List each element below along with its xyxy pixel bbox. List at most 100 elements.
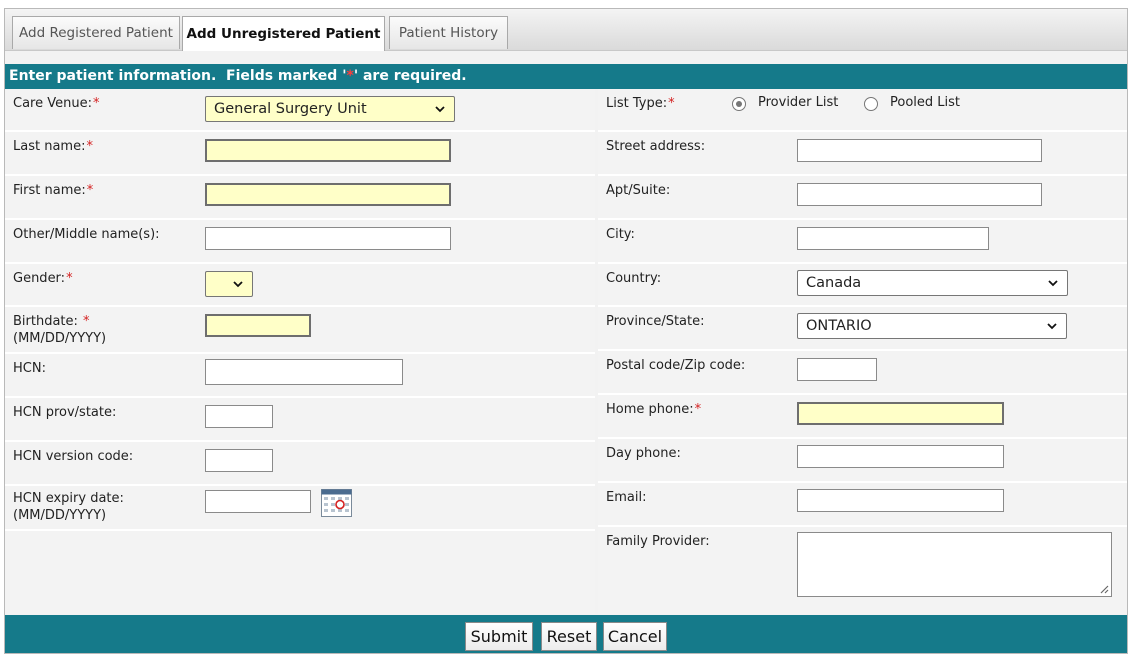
- tab-add-registered-patient[interactable]: Add Registered Patient: [12, 16, 180, 49]
- cancel-button[interactable]: Cancel: [603, 622, 667, 651]
- last-name-input[interactable]: [205, 139, 451, 162]
- province-label: Province/State:: [606, 314, 705, 329]
- first-name-label: First name:*: [13, 182, 93, 199]
- required-star: *: [86, 139, 93, 154]
- last-name-row: Last name:*: [5, 132, 595, 176]
- city-input[interactable]: [797, 227, 989, 250]
- care-venue-select[interactable]: General Surgery Unit: [205, 96, 455, 122]
- first-name-row: First name:*: [5, 176, 595, 220]
- province-select[interactable]: ONTARIO: [797, 313, 1067, 339]
- family-provider-textarea[interactable]: [797, 532, 1112, 597]
- province-value: ONTARIO: [806, 318, 872, 334]
- email-row: Email:: [598, 483, 1127, 527]
- hcn-expiry-input[interactable]: [205, 490, 311, 513]
- chevron-down-icon: [435, 106, 445, 113]
- city-row: City:: [598, 220, 1127, 264]
- right-column: List Type:* Provider List Pooled List St…: [598, 89, 1127, 614]
- street-label: Street address:: [606, 139, 706, 154]
- birthdate-row: Birthdate: * (MM/DD/YYYY): [5, 307, 595, 354]
- list-type-label-text: List Type:: [606, 96, 668, 111]
- required-star: *: [92, 96, 100, 111]
- street-input[interactable]: [797, 139, 1042, 162]
- hcn-expiry-format-hint: (MM/DD/YYYY): [13, 508, 107, 523]
- other-name-row: Other/Middle name(s):: [5, 220, 595, 264]
- postal-label: Postal code/Zip code:: [606, 358, 746, 373]
- submit-button[interactable]: Submit: [465, 622, 533, 651]
- chevron-down-icon: [1047, 323, 1057, 330]
- reset-button[interactable]: Reset: [541, 622, 597, 651]
- required-star: *: [668, 96, 675, 111]
- hcn-prov-row: HCN prov/state:: [5, 398, 595, 442]
- first-name-input[interactable]: [205, 183, 451, 206]
- last-name-label-text: Last name:: [13, 139, 86, 154]
- country-value: Canada: [806, 275, 862, 291]
- patient-form-window: Add Registered Patient Add Unregistered …: [4, 8, 1128, 654]
- list-type-row: List Type:* Provider List Pooled List: [598, 89, 1127, 132]
- calendar-icon[interactable]: [321, 489, 352, 517]
- hcn-version-label: HCN version code:: [13, 449, 134, 464]
- birthdate-label: Birthdate: * (MM/DD/YYYY): [13, 313, 106, 347]
- tab-add-unregistered-patient[interactable]: Add Unregistered Patient: [182, 16, 385, 51]
- pooled-list-radio[interactable]: [864, 97, 878, 111]
- apt-input[interactable]: [797, 183, 1042, 206]
- hcn-input[interactable]: [205, 359, 403, 385]
- apt-row: Apt/Suite:: [598, 176, 1127, 220]
- required-star: *: [83, 314, 90, 329]
- form-instructions-header: Enter patient information. Fields marked…: [5, 64, 1127, 89]
- street-row: Street address:: [598, 132, 1127, 176]
- home-phone-label: Home phone:*: [606, 401, 701, 418]
- hcn-label: HCN:: [13, 361, 46, 376]
- email-input[interactable]: [797, 489, 1004, 512]
- home-phone-label-text: Home phone:: [606, 402, 694, 417]
- hcn-row: HCN:: [5, 354, 595, 398]
- care-venue-row: Care Venue:* General Surgery Unit: [5, 89, 595, 132]
- hcn-expiry-row: HCN expiry date: (MM/DD/YYYY): [5, 486, 595, 531]
- city-label: City:: [606, 227, 635, 242]
- gender-label-text: Gender:: [13, 271, 66, 286]
- day-phone-input[interactable]: [797, 445, 1004, 468]
- care-venue-label-text: Care Venue:: [13, 96, 92, 111]
- hcn-prov-input[interactable]: [205, 405, 273, 428]
- gender-select[interactable]: [205, 271, 253, 297]
- country-select[interactable]: Canada: [797, 270, 1068, 296]
- home-phone-input[interactable]: [797, 402, 1004, 425]
- family-provider-label: Family Provider:: [606, 534, 710, 549]
- other-name-input[interactable]: [205, 227, 451, 250]
- provider-list-radio[interactable]: [732, 97, 746, 111]
- other-name-label: Other/Middle name(s):: [13, 227, 160, 242]
- last-name-label: Last name:*: [13, 138, 93, 155]
- care-venue-value: General Surgery Unit: [214, 101, 367, 117]
- email-label: Email:: [606, 490, 647, 505]
- home-phone-row: Home phone:*: [598, 395, 1127, 439]
- hcn-version-input[interactable]: [205, 449, 273, 472]
- form-action-bar: Submit Reset Cancel: [5, 615, 1127, 653]
- hcn-expiry-label-text: HCN expiry date:: [13, 491, 124, 506]
- country-row: Country: Canada: [598, 264, 1127, 307]
- chevron-down-icon: [1048, 280, 1058, 287]
- hcn-prov-label: HCN prov/state:: [13, 405, 117, 420]
- tab-bar: Add Registered Patient Add Unregistered …: [5, 9, 1127, 51]
- day-phone-label: Day phone:: [606, 446, 681, 461]
- birthdate-label-text: Birthdate:: [13, 314, 83, 329]
- provider-list-label: Provider List: [758, 95, 839, 110]
- gender-label: Gender:*: [13, 270, 73, 287]
- hcn-expiry-label: HCN expiry date: (MM/DD/YYYY): [13, 490, 124, 524]
- hcn-version-row: HCN version code:: [5, 442, 595, 486]
- postal-input[interactable]: [797, 358, 877, 381]
- list-type-label: List Type:*: [606, 95, 675, 112]
- required-star: *: [694, 402, 702, 417]
- apt-label: Apt/Suite:: [606, 183, 671, 198]
- day-phone-row: Day phone:: [598, 439, 1127, 483]
- gender-row: Gender:*: [5, 264, 595, 307]
- first-name-label-text: First name:: [13, 183, 86, 198]
- header-required-star: *: [346, 68, 354, 84]
- birthdate-input[interactable]: [205, 314, 311, 337]
- country-label: Country:: [606, 271, 662, 286]
- resize-grip-icon[interactable]: [1099, 584, 1109, 594]
- pooled-list-label: Pooled List: [890, 95, 961, 110]
- required-star: *: [66, 271, 73, 286]
- required-star: *: [86, 183, 94, 198]
- tab-patient-history[interactable]: Patient History: [389, 16, 508, 49]
- header-text-pre: Enter patient information. Fields marked…: [9, 68, 347, 84]
- province-row: Province/State: ONTARIO: [598, 307, 1127, 351]
